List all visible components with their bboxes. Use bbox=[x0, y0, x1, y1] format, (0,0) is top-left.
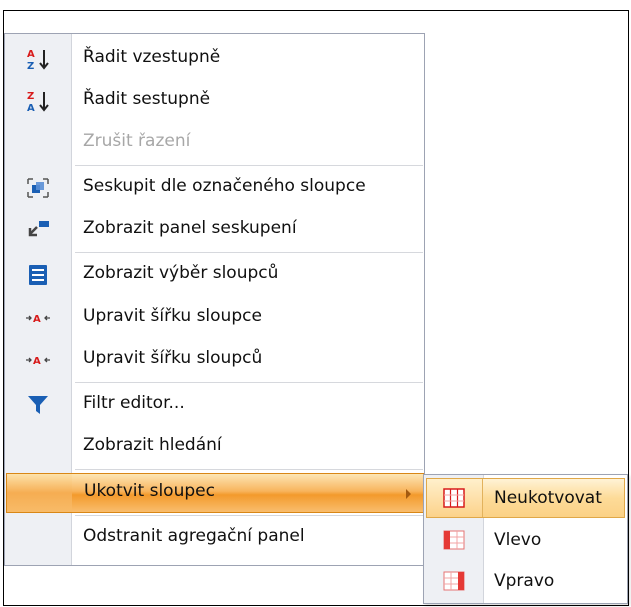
svg-text:A: A bbox=[27, 103, 35, 113]
filter-icon bbox=[25, 393, 51, 417]
menu-item-group-by-column[interactable]: Seskupit dle označeného sloupce bbox=[5, 167, 424, 209]
highlight-gutter bbox=[7, 474, 72, 512]
context-menu: A Z Řadit vzestupně Z A Řadit sestupně Z… bbox=[4, 33, 425, 566]
menu-item-sort-descending[interactable]: Z A Řadit sestupně bbox=[5, 80, 424, 122]
group-panel-icon bbox=[25, 218, 51, 242]
menu-item-fix-column[interactable]: Ukotvit sloupec bbox=[6, 473, 424, 513]
menu-item-best-fit-column[interactable]: A Upravit šířku sloupce bbox=[5, 297, 424, 339]
menu-item-remove-summary-panel[interactable]: Odstranit agregační panel bbox=[5, 517, 424, 559]
menu-item-filter-editor[interactable]: Filtr editor... bbox=[5, 384, 424, 426]
menu-separator bbox=[75, 382, 423, 383]
group-column-icon bbox=[25, 176, 51, 200]
sort-descending-icon: Z A bbox=[25, 89, 51, 113]
fix-right-icon bbox=[441, 570, 467, 592]
menu-item-show-search[interactable]: Zobrazit hledání bbox=[5, 426, 424, 468]
submenu-item-right[interactable]: Vpravo bbox=[424, 561, 627, 601]
svg-text:Z: Z bbox=[27, 61, 34, 71]
menu-item-column-chooser[interactable]: Zobrazit výběr sloupců bbox=[5, 254, 424, 296]
svg-text:Z: Z bbox=[27, 91, 34, 102]
no-fix-icon bbox=[441, 487, 467, 509]
svg-text:A: A bbox=[27, 49, 35, 60]
best-fit-all-icon: A bbox=[25, 348, 51, 372]
menu-separator bbox=[75, 515, 423, 516]
svg-text:A: A bbox=[33, 356, 41, 367]
submenu-item-no-fix[interactable]: Neukotvovat bbox=[426, 478, 625, 518]
submenu-fix-column: Neukotvovat Vlevo Vpravo bbox=[423, 474, 628, 604]
fix-left-icon bbox=[441, 529, 467, 551]
menu-item-show-group-panel[interactable]: Zobrazit panel seskupení bbox=[5, 209, 424, 251]
menu-separator bbox=[75, 252, 423, 253]
best-fit-icon: A bbox=[25, 306, 51, 330]
menu-item-best-fit-all-columns[interactable]: A Upravit šířku sloupců bbox=[5, 339, 424, 381]
svg-text:A: A bbox=[33, 314, 41, 325]
menu-item-clear-sorting[interactable]: Zrušit řazení bbox=[5, 122, 424, 164]
menu-separator bbox=[75, 469, 423, 470]
column-chooser-icon bbox=[25, 263, 51, 287]
submenu-item-left[interactable]: Vlevo bbox=[424, 520, 627, 560]
sort-ascending-icon: A Z bbox=[25, 47, 51, 71]
menu-separator bbox=[75, 165, 423, 166]
menu-item-sort-ascending[interactable]: A Z Řadit vzestupně bbox=[5, 38, 424, 80]
submenu-arrow-icon bbox=[406, 489, 411, 499]
